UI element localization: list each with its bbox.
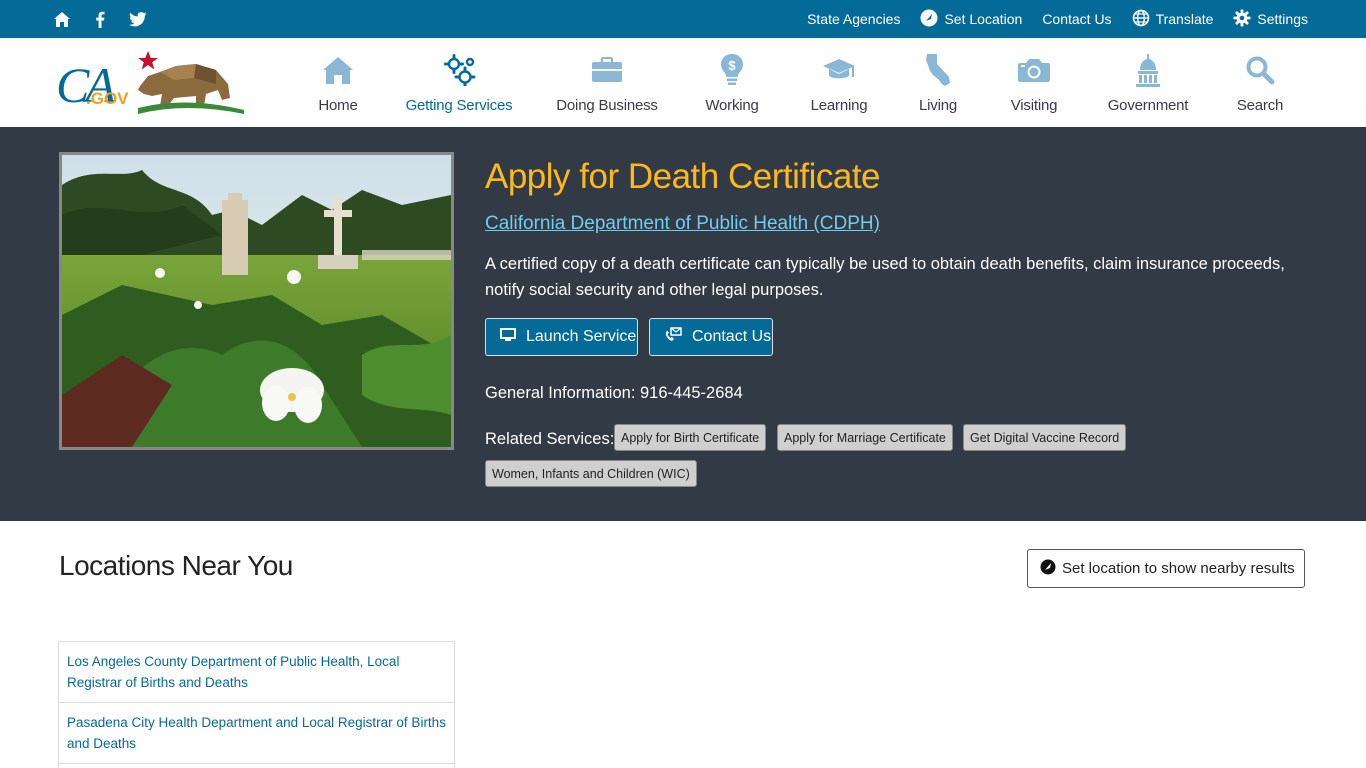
service-description: A certified copy of a death certificate … <box>485 255 1285 299</box>
gears-icon <box>442 50 476 90</box>
camera-icon <box>1017 50 1051 90</box>
related-service-tag[interactable]: Apply for Birth Certificate <box>614 424 767 451</box>
nav-living-label: Living <box>919 97 957 114</box>
nav-government[interactable]: Government <box>1104 38 1192 127</box>
twitter-icon[interactable] <box>128 9 148 29</box>
contact-us-button-label: Contact Us <box>692 328 772 345</box>
location-item[interactable]: Pasadena City Health Department and Loca… <box>59 703 454 764</box>
facebook-icon[interactable] <box>90 9 110 29</box>
related-service-tag[interactable]: Apply for Marriage Certificate <box>777 424 953 451</box>
nav-visiting-label: Visiting <box>1010 97 1058 114</box>
launch-service-label: Launch Service <box>526 328 637 345</box>
nav-working-label: Working <box>705 97 759 114</box>
set-location-label: Set Location <box>944 11 1023 27</box>
capitol-icon <box>1135 50 1161 90</box>
related-service-tag[interactable]: Women, Infants and Children (WIC) <box>485 460 697 487</box>
location-item[interactable]: Los Angeles County Department of Public … <box>59 642 454 703</box>
graduation-cap-icon <box>822 50 856 90</box>
settings-label: Settings <box>1257 11 1308 27</box>
utility-bar: State Agencies Set Location Contact Us T… <box>0 0 1366 38</box>
related-services-label: Related Services: <box>485 430 615 448</box>
nav-search[interactable]: Search <box>1232 38 1288 127</box>
search-icon <box>1245 50 1275 90</box>
location-pin-icon <box>1040 559 1056 579</box>
home-icon <box>322 50 354 90</box>
related-service-tag[interactable]: Get Digital Vaccine Record <box>963 424 1127 451</box>
contact-us-link[interactable]: Contact Us <box>1042 11 1111 27</box>
monitor-icon <box>500 327 516 347</box>
set-location-button-label: Set location to show nearby results <box>1062 560 1295 577</box>
department-link[interactable]: California Department of Public Health (… <box>485 213 880 235</box>
translate-label: Translate <box>1155 11 1214 27</box>
phone-envelope-icon <box>664 326 682 348</box>
nav-learning[interactable]: Learning <box>806 38 872 127</box>
nav-visiting[interactable]: Visiting <box>1003 38 1065 127</box>
translate-link[interactable]: Translate <box>1132 9 1214 30</box>
briefcase-icon <box>591 50 623 90</box>
location-item[interactable] <box>59 764 454 768</box>
nav-home[interactable]: Home <box>308 38 368 127</box>
nav-working[interactable]: $ Working <box>700 38 764 127</box>
nav-getting-services-label: Getting Services <box>405 97 513 114</box>
nav-home-label: Home <box>318 97 358 114</box>
svg-text:$: $ <box>728 58 736 73</box>
locations-heading: Locations Near You <box>59 550 293 581</box>
cemetery-photo <box>59 152 454 450</box>
nav-doing-business-label: Doing Business <box>556 97 658 114</box>
settings-link[interactable]: Settings <box>1233 9 1308 30</box>
set-location-link[interactable]: Set Location <box>920 9 1022 30</box>
nav-living[interactable]: Living <box>912 38 964 127</box>
nav-learning-label: Learning <box>810 97 868 114</box>
california-icon <box>924 50 952 90</box>
state-agencies-link[interactable]: State Agencies <box>807 11 900 27</box>
general-information: General Information: 916-445-2684 <box>485 384 743 402</box>
contact-us-button[interactable]: Contact Us <box>649 318 773 356</box>
globe-icon <box>1132 9 1150 30</box>
nav-government-label: Government <box>1107 97 1189 114</box>
service-title: Apply for Death Certificate <box>485 157 881 196</box>
service-hero: Apply for Death Certificate California D… <box>0 127 1366 521</box>
home-icon[interactable] <box>52 9 72 29</box>
main-navigation: CA .GOV Home Getting Services Doing Busi… <box>0 38 1366 127</box>
social-links <box>52 0 148 38</box>
set-location-button[interactable]: Set location to show nearby results <box>1027 549 1305 588</box>
location-pin-icon <box>920 9 938 30</box>
lightbulb-dollar-icon: $ <box>720 50 744 90</box>
locations-list: Los Angeles County Department of Public … <box>58 641 455 768</box>
gear-icon <box>1233 9 1251 30</box>
nav-doing-business[interactable]: Doing Business <box>556 38 658 127</box>
nav-getting-services[interactable]: Getting Services <box>405 38 513 127</box>
contact-us-label: Contact Us <box>1042 11 1112 27</box>
state-agencies-label: State Agencies <box>807 11 901 27</box>
utility-links: State Agencies Set Location Contact Us T… <box>807 0 1308 38</box>
nav-search-label: Search <box>1236 97 1284 114</box>
nav-items: Home Getting Services Doing Business $ W… <box>0 38 1366 127</box>
launch-service-button[interactable]: Launch Service <box>485 318 638 356</box>
